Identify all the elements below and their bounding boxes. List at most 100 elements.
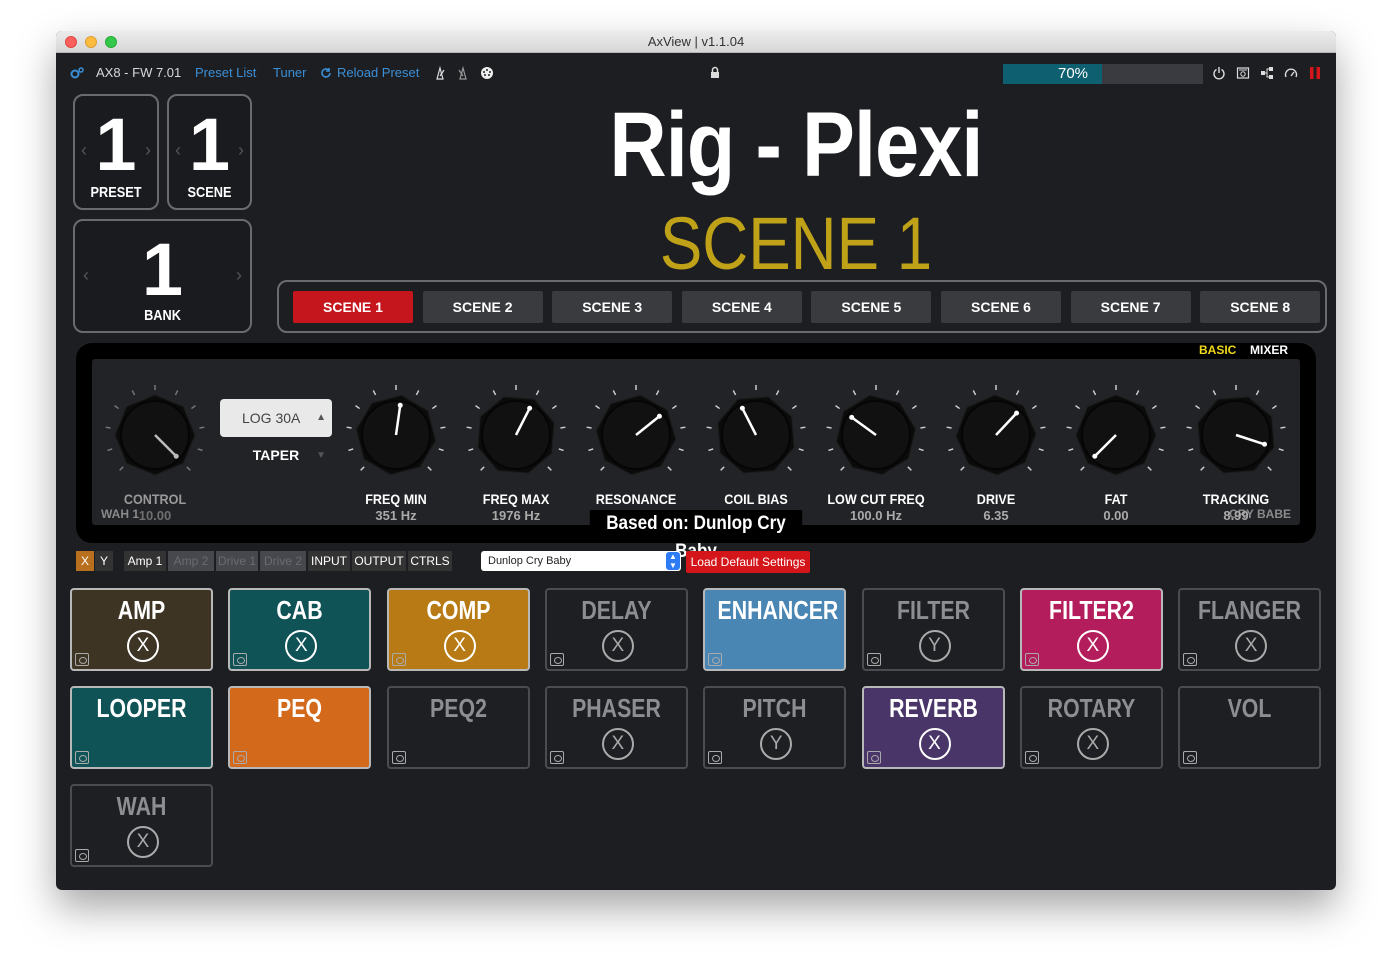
tab-amp-2[interactable]: Amp 2 <box>168 551 214 571</box>
knob-dial-icon[interactable] <box>105 385 205 485</box>
title-bar: AxView | v1.1.04 <box>56 31 1336 53</box>
block-wah[interactable]: WAH X <box>70 784 213 867</box>
tab-amp-1[interactable]: Amp 1 <box>124 551 166 571</box>
xy-state-icon[interactable]: X <box>601 728 634 760</box>
bank-counter[interactable]: ‹ › 1 BANK <box>73 219 252 333</box>
preset-next-icon[interactable]: › <box>145 140 151 161</box>
xy-state-icon[interactable]: X <box>1076 728 1109 760</box>
scene-counter[interactable]: ‹ › 1 SCENE <box>167 94 252 210</box>
xy-state-icon[interactable]: Y <box>760 728 793 760</box>
knob-fat[interactable]: FAT 0.00 <box>1056 385 1176 523</box>
block-comp[interactable]: COMP X <box>386 588 530 671</box>
knob-dial-icon[interactable] <box>466 385 566 485</box>
settings-icon[interactable] <box>70 66 84 80</box>
knob-dial-icon[interactable] <box>946 385 1046 485</box>
xy-state-icon[interactable]: Y <box>918 630 951 662</box>
scene-button-2[interactable]: SCENE 2 <box>422 291 543 323</box>
xy-state-icon[interactable]: X <box>127 826 159 858</box>
knob-dial-icon[interactable] <box>586 385 686 485</box>
close-window-button[interactable] <box>65 36 77 48</box>
knob-tracking[interactable]: TRACKING 8.99 <box>1176 385 1296 523</box>
scene-button-4[interactable]: SCENE 4 <box>681 291 802 323</box>
block-enhancer[interactable]: ENHANCER <box>703 588 847 671</box>
block-flanger[interactable]: FLANGER X <box>1178 588 1322 671</box>
tuner-link[interactable]: Tuner <box>273 65 306 80</box>
block-peq[interactable]: PEQ <box>228 686 372 769</box>
block-vol[interactable]: VOL <box>1178 686 1322 769</box>
taper-select[interactable]: LOG 30A ▲ ▼ <box>220 399 332 461</box>
basic-tab[interactable]: BASIC <box>1199 343 1236 357</box>
pause-icon[interactable] <box>1308 66 1322 80</box>
scene-next-icon[interactable]: › <box>238 140 244 161</box>
scene-button-8[interactable]: SCENE 8 <box>1200 291 1321 323</box>
block-delay[interactable]: DELAY X <box>544 588 688 671</box>
midi-icon[interactable] <box>480 66 494 80</box>
bank-next-icon[interactable]: › <box>236 265 242 286</box>
tab-input[interactable]: INPUT <box>308 551 350 571</box>
knob-drive[interactable]: DRIVE 6.35 <box>936 385 1056 523</box>
lock-icon[interactable] <box>709 66 721 80</box>
xy-state-icon[interactable]: X <box>918 728 951 760</box>
scene-prev-icon[interactable]: ‹ <box>175 140 181 161</box>
amp-icon <box>75 751 89 764</box>
knob-dial-icon[interactable] <box>1186 385 1286 485</box>
block-cab[interactable]: CAB X <box>228 588 372 671</box>
block-rotary[interactable]: ROTARY X <box>1019 686 1163 769</box>
knob-freq-min[interactable]: FREQ MIN 351 Hz <box>336 385 456 523</box>
reload-icon[interactable] <box>320 67 332 79</box>
preset-prev-icon[interactable]: ‹ <box>81 140 87 161</box>
scene-button-5[interactable]: SCENE 5 <box>811 291 932 323</box>
knob-freq-max[interactable]: FREQ MAX 1976 Hz <box>456 385 576 523</box>
zoom-window-button[interactable] <box>105 36 117 48</box>
metronome-icon[interactable] <box>433 66 447 80</box>
preset-counter[interactable]: ‹ › 1 PRESET <box>73 94 159 210</box>
metronome-alt-icon[interactable] <box>456 66 470 80</box>
reload-preset-link[interactable]: Reload Preset <box>337 65 419 80</box>
amp-icon <box>233 653 248 666</box>
scene-button-6[interactable]: SCENE 6 <box>941 291 1061 323</box>
knob-dial-icon[interactable] <box>826 385 926 485</box>
tab-output[interactable]: OUTPUT <box>352 551 406 571</box>
block-looper[interactable]: LOOPER <box>70 686 213 769</box>
tab-drive-2[interactable]: Drive 2 <box>260 551 306 571</box>
xy-state-icon[interactable]: X <box>1235 630 1268 662</box>
network-icon[interactable] <box>1260 66 1274 80</box>
gauge-icon[interactable] <box>1284 66 1298 80</box>
amp-icon[interactable] <box>1236 66 1250 80</box>
tab-ctrls[interactable]: CTRLS <box>408 551 452 571</box>
y-button[interactable]: Y <box>95 551 113 571</box>
power-icon[interactable] <box>1212 66 1226 80</box>
scene-button-7[interactable]: SCENE 7 <box>1070 291 1191 323</box>
model-dropdown[interactable]: Dunlop Cry Baby ▲ ▼ <box>481 551 681 571</box>
mixer-tab[interactable]: MIXER <box>1250 343 1288 357</box>
knob-dial-icon[interactable] <box>346 385 446 485</box>
xy-state-icon[interactable]: X <box>601 630 634 662</box>
scene-button-3[interactable]: SCENE 3 <box>552 291 673 323</box>
tab-drive-1[interactable]: Drive 1 <box>216 551 258 571</box>
xy-state-icon[interactable]: X <box>443 630 476 662</box>
block-pitch[interactable]: PITCH Y <box>703 686 847 769</box>
knob-low-cut-freq[interactable]: LOW CUT FREQ 100.0 Hz <box>816 385 936 523</box>
preset-list-link[interactable]: Preset List <box>195 65 256 80</box>
bank-prev-icon[interactable]: ‹ <box>83 265 89 286</box>
xy-state-icon[interactable]: X <box>127 630 159 662</box>
scene-button-1[interactable]: SCENE 1 <box>293 291 413 323</box>
knob-control[interactable]: CONTROL 10.00 <box>95 385 215 523</box>
block-name: AMP <box>117 595 166 625</box>
block-amp[interactable]: AMP X <box>70 588 213 671</box>
knob-dial-icon[interactable] <box>706 385 806 485</box>
block-peq2[interactable]: PEQ2 <box>386 686 530 769</box>
knob-dial-icon[interactable] <box>1066 385 1166 485</box>
knob-coil-bias[interactable]: COIL BIAS 4.00 <box>696 385 816 523</box>
minimize-window-button[interactable] <box>85 36 97 48</box>
xy-state-icon[interactable]: X <box>285 630 318 662</box>
block-filter[interactable]: FILTER Y <box>861 588 1005 671</box>
taper-label: TAPER <box>252 447 300 463</box>
block-reverb[interactable]: REVERB X <box>861 686 1005 769</box>
x-button[interactable]: X <box>76 551 94 571</box>
load-default-button[interactable]: Load Default Settings <box>686 551 810 573</box>
xy-state-icon[interactable]: X <box>1076 630 1109 662</box>
knob-resonance[interactable]: RESONANCE 6.61 <box>576 385 696 523</box>
block-phaser[interactable]: PHASER X <box>544 686 688 769</box>
block-filter2[interactable]: FILTER2 X <box>1019 588 1163 671</box>
